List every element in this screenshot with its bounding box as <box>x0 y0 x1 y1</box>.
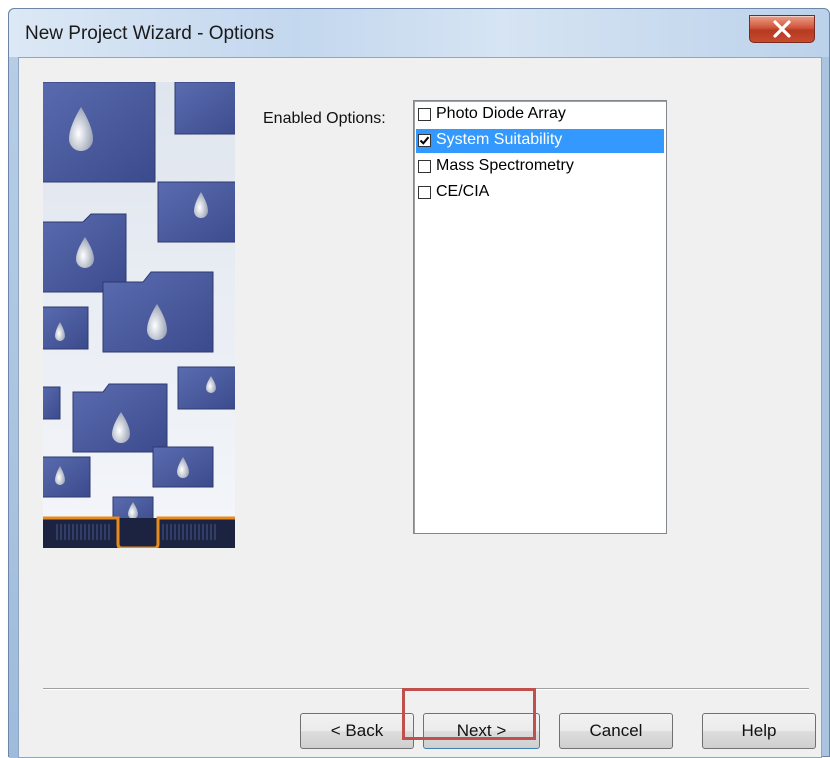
close-button[interactable] <box>749 15 815 43</box>
back-button[interactable]: < Back <box>300 713 414 749</box>
option-label: CE/CIA <box>436 183 490 200</box>
wizard-artwork-image <box>43 82 235 548</box>
enabled-options-label: Enabled Options: <box>263 110 386 127</box>
wizard-client-area: Enabled Options: Photo Diode Array System… <box>18 57 822 758</box>
window-title: New Project Wizard - Options <box>25 23 275 44</box>
option-item[interactable]: Mass Spectrometry <box>416 155 664 179</box>
close-icon <box>773 20 791 38</box>
option-checkbox[interactable] <box>418 160 431 173</box>
option-label: Photo Diode Array <box>436 105 566 122</box>
option-checkbox[interactable] <box>418 186 431 199</box>
next-button-highlight <box>402 688 536 740</box>
checkmark-icon <box>419 136 430 145</box>
title-bar[interactable]: New Project Wizard - Options <box>9 9 829 57</box>
help-button[interactable]: Help <box>702 713 816 749</box>
wizard-window: New Project Wizard - Options Enabled Opt… <box>8 8 830 758</box>
option-item[interactable]: Photo Diode Array <box>416 103 664 127</box>
option-checkbox[interactable] <box>418 134 431 147</box>
cancel-button[interactable]: Cancel <box>559 713 673 749</box>
wizard-artwork <box>43 82 235 548</box>
option-label: Mass Spectrometry <box>436 157 574 174</box>
option-item[interactable]: CE/CIA <box>416 181 664 205</box>
enabled-options-list[interactable]: Photo Diode Array System Suitability Mass … <box>413 100 667 534</box>
window-frame-left <box>9 57 18 758</box>
option-label: System Suitability <box>436 131 563 148</box>
option-item[interactable]: System Suitability <box>416 129 664 153</box>
option-checkbox[interactable] <box>418 108 431 121</box>
